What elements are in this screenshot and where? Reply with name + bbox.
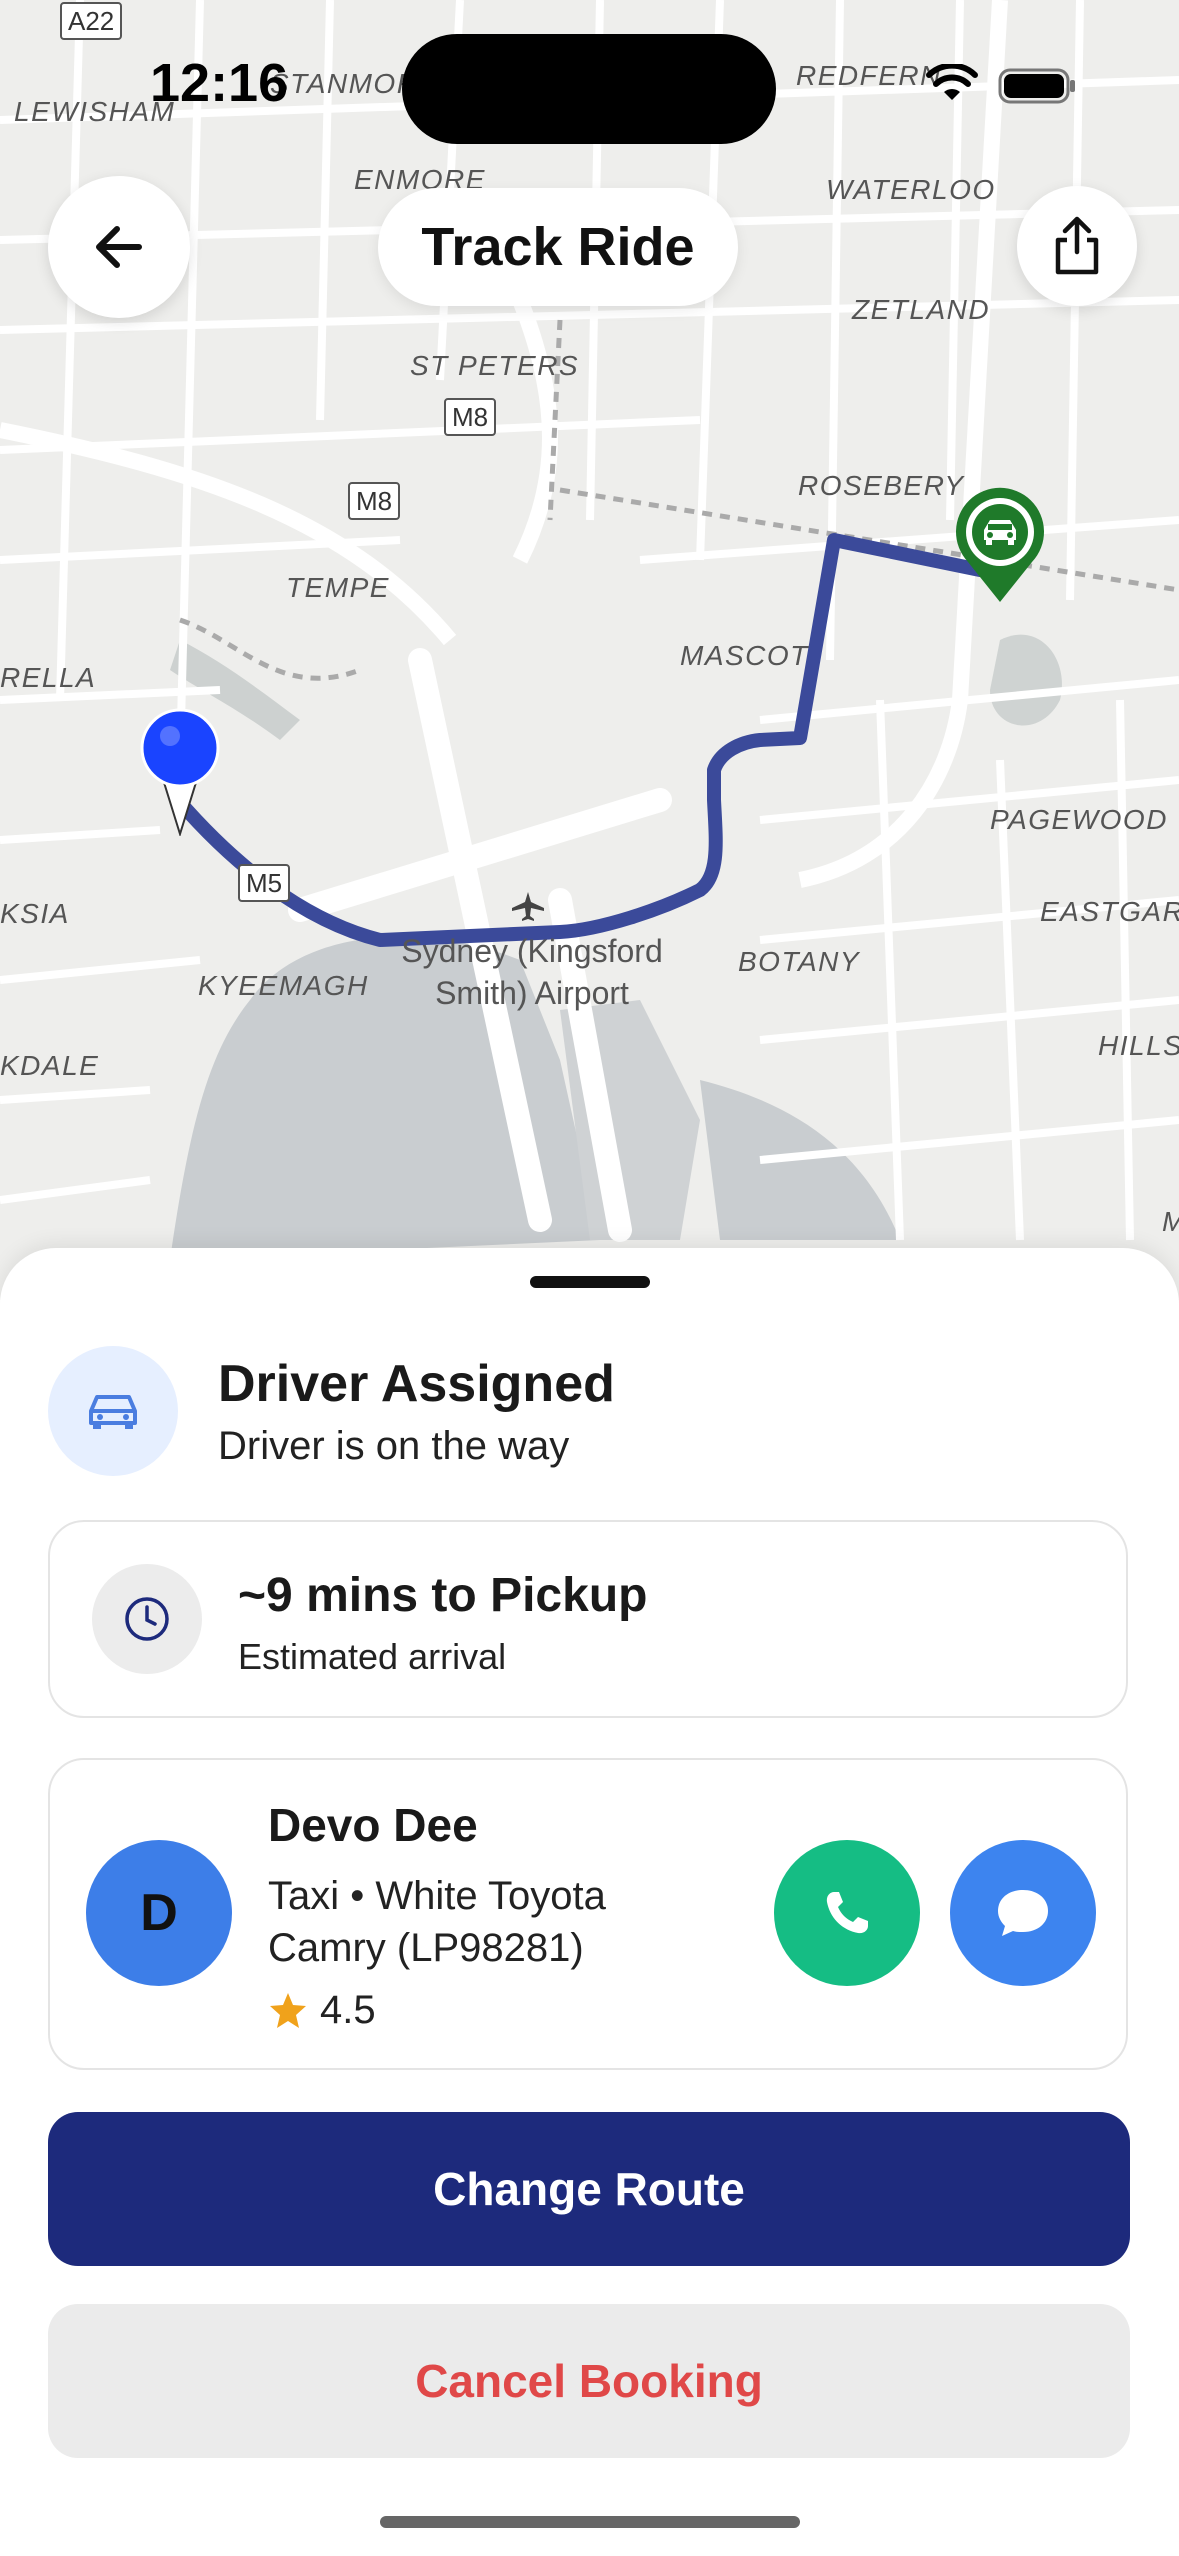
map-label: KDALE [0, 1050, 100, 1081]
status-title: Driver Assigned [218, 1355, 615, 1413]
driver-car-pin-icon[interactable] [950, 484, 1050, 604]
clock-icon [125, 1597, 169, 1641]
map-label: RELLA [0, 662, 97, 693]
back-button[interactable] [48, 176, 190, 318]
map-label: ZETLAND [852, 294, 991, 325]
map-label: MASCOT [680, 640, 809, 671]
battery-icon [998, 68, 1075, 104]
driver-card: D Devo Dee Taxi • White Toyota Camry (LP… [48, 1758, 1128, 2070]
status-bar: 12:16 [0, 0, 1179, 150]
map-label: KSIA [0, 898, 70, 929]
rating-value: 4.5 [320, 1988, 376, 2032]
car-icon [89, 1395, 137, 1429]
status-icon-container [48, 1346, 178, 1476]
map-label: ST PETERS [410, 350, 580, 381]
message-driver-button[interactable] [950, 1840, 1096, 1986]
cancel-booking-button[interactable]: Cancel Booking [48, 2304, 1130, 2458]
chat-icon [998, 1890, 1048, 1936]
page-title: Track Ride [378, 188, 738, 306]
vehicle-info: Taxi • White Toyota Camry (LP98281) [268, 1874, 606, 1970]
map-label: M [1162, 1206, 1179, 1238]
status-time: 12:16 [150, 53, 289, 113]
star-icon [270, 1992, 306, 2028]
eta-card: ~9 mins to Pickup Estimated arrival [48, 1520, 1128, 1718]
phone-icon [826, 1892, 868, 1934]
map-label: ROSEBERY [798, 470, 965, 501]
home-indicator[interactable] [380, 2516, 800, 2528]
status-subtitle: Driver is on the way [218, 1424, 570, 1468]
share-button[interactable] [1017, 186, 1137, 306]
map-label: BOTANY [738, 946, 861, 977]
share-icon [1055, 216, 1099, 275]
change-route-button[interactable]: Change Route [48, 2112, 1130, 2266]
driver-name: Devo Dee [268, 1799, 478, 1851]
dynamic-island [402, 34, 776, 144]
eta-title: ~9 mins to Pickup [238, 1569, 648, 1622]
eta-subtitle: Estimated arrival [238, 1636, 507, 1677]
map-label: TEMPE [286, 572, 390, 603]
map-label: PAGEWOOD [990, 804, 1168, 835]
road-badge-m8: M8 [444, 398, 497, 436]
arrow-left-icon [96, 226, 142, 268]
driver-rating: 4.5 [268, 1988, 376, 2033]
road-badge-m5: M5 [238, 864, 291, 902]
ride-details-sheet: Driver Assigned Driver is on the way ~9 … [0, 1248, 1179, 2556]
airport-icon [512, 892, 544, 921]
map-label: WATERLOO [826, 174, 996, 205]
map-label: EASTGARD [1040, 896, 1179, 927]
avatar: D [86, 1840, 232, 1986]
call-driver-button[interactable] [774, 1840, 920, 1986]
clock-icon-container [92, 1564, 202, 1674]
driver-status: Driver Assigned Driver is on the way [48, 1346, 1128, 1480]
wifi-icon [926, 64, 978, 100]
airport-label: Sydney (Kingsford Smith) Airport [401, 933, 663, 1011]
map-label: KYEEMAGH [198, 970, 369, 1001]
map-label: HILLS [1098, 1030, 1179, 1061]
road-badge-m8: M8 [348, 482, 401, 520]
pickup-pin-icon[interactable] [138, 706, 222, 836]
sheet-grabber[interactable] [530, 1276, 650, 1288]
